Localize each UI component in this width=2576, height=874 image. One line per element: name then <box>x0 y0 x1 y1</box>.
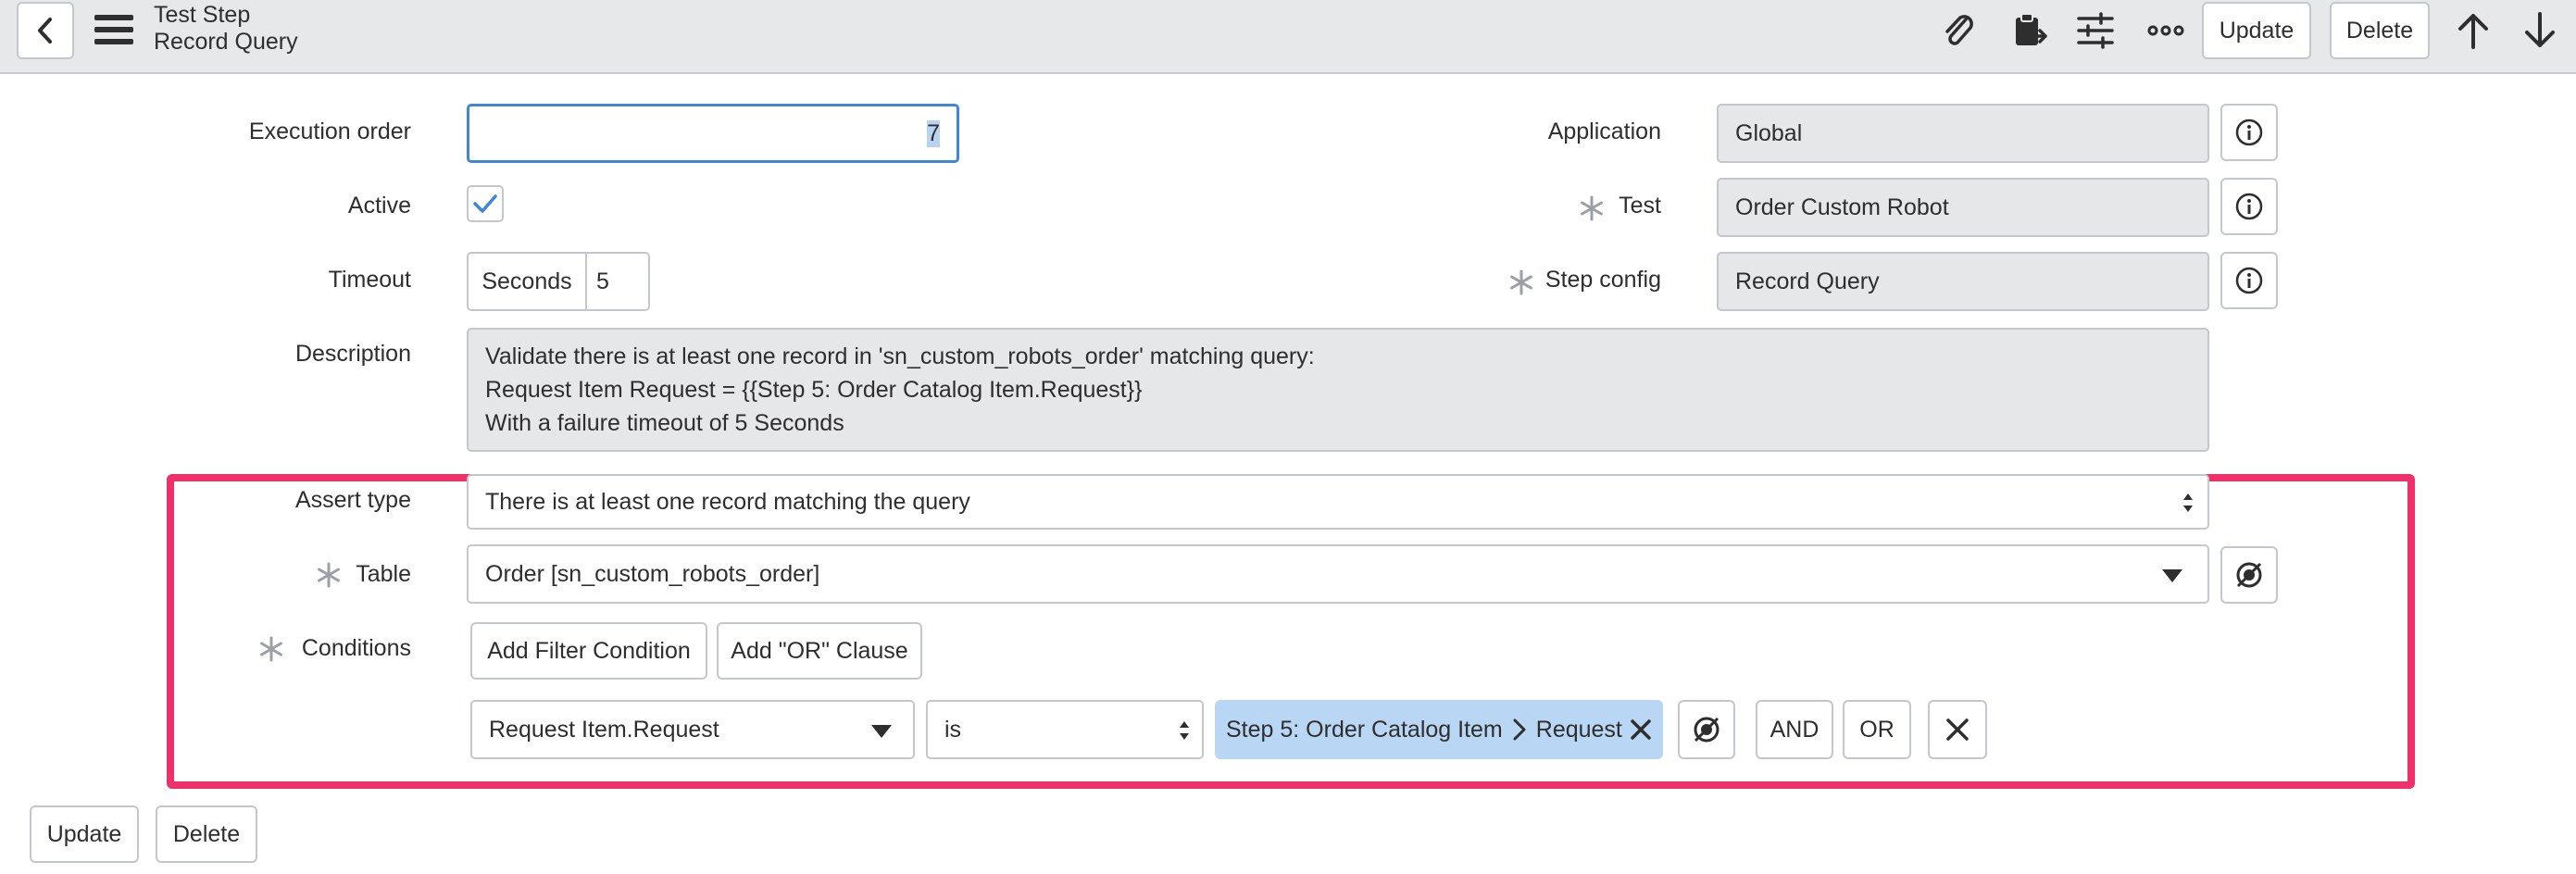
menu-icon[interactable] <box>94 15 133 44</box>
info-icon <box>2235 267 2263 294</box>
select-arrows-icon <box>1180 721 1189 740</box>
description-textarea[interactable]: Validate there is at least one record in… <box>467 328 2209 452</box>
select-arrows-icon <box>2183 493 2193 512</box>
step-config-label: Step config <box>1544 267 1661 293</box>
dropdown-arrow-icon <box>2162 569 2182 582</box>
description-line-1: Validate there is at least one record in… <box>485 343 1315 369</box>
condition-value-part2: Request <box>1535 716 1622 743</box>
execution-order-label: Execution order <box>248 119 411 144</box>
assert-type-select[interactable]: There is at least one record matching th… <box>467 474 2209 530</box>
condition-operator-value: is <box>944 716 962 743</box>
execution-order-value: 7 <box>927 119 940 147</box>
clipboard-icon[interactable] <box>2006 7 2052 54</box>
close-icon[interactable] <box>1630 718 1652 741</box>
add-or-clause-button[interactable]: Add "OR" Clause <box>717 622 922 680</box>
more-icon[interactable] <box>2143 7 2189 54</box>
assert-type-value: There is at least one record matching th… <box>485 488 970 515</box>
table-preview-button[interactable] <box>2220 546 2278 604</box>
test-field[interactable]: Order Custom Robot <box>1717 178 2209 237</box>
target-icon <box>1694 717 1719 743</box>
test-label: Test <box>1619 193 1661 218</box>
remove-condition-button[interactable] <box>1928 700 1987 759</box>
footer-delete-button[interactable]: Delete <box>156 805 257 863</box>
description-line-3: With a failure timeout of 5 Seconds <box>485 410 844 436</box>
or-button[interactable]: OR <box>1843 700 1911 759</box>
table-select[interactable]: Order [sn_custom_robots_order] <box>467 544 2209 604</box>
chevron-right-icon <box>1513 718 1526 741</box>
timeout-field: Seconds 5 <box>467 252 650 311</box>
table-label: Table <box>356 561 411 587</box>
info-icon <box>2235 193 2263 220</box>
target-icon <box>2236 562 2262 588</box>
title-line-1: Test Step <box>154 2 251 28</box>
test-info-button[interactable] <box>2220 178 2278 235</box>
step-config-info-button[interactable] <box>2220 252 2278 309</box>
close-icon <box>1946 718 1969 741</box>
checkmark-icon <box>473 194 497 213</box>
back-icon <box>38 18 52 44</box>
footer-update-button[interactable]: Update <box>30 805 139 863</box>
back-button[interactable] <box>17 2 74 59</box>
active-label: Active <box>347 193 411 218</box>
assert-type-label: Assert type <box>294 487 411 513</box>
active-checkbox[interactable] <box>467 185 504 222</box>
condition-operator-select[interactable]: is <box>926 700 1204 759</box>
settings-sliders-icon[interactable] <box>2072 7 2119 54</box>
timeout-label: Timeout <box>328 267 411 293</box>
timeout-unit[interactable]: Seconds <box>469 254 587 309</box>
table-value: Order [sn_custom_robots_order] <box>485 560 820 587</box>
condition-field-value: Request Item.Request <box>489 716 719 743</box>
dropdown-arrow-icon <box>871 725 892 738</box>
arrow-up-icon[interactable] <box>2450 7 2496 54</box>
application-field[interactable]: Global <box>1717 104 2209 163</box>
and-button[interactable]: AND <box>1756 700 1833 759</box>
condition-value-pill[interactable]: Step 5: Order Catalog Item Request <box>1215 700 1663 759</box>
paperclip-icon[interactable] <box>1935 7 1982 54</box>
application-info-button[interactable] <box>2220 104 2278 161</box>
application-label: Application <box>1547 119 1661 144</box>
conditions-label: Conditions <box>301 635 411 661</box>
page-title: Test Step Record Query <box>154 2 298 56</box>
title-line-2: Record Query <box>154 29 298 55</box>
condition-value-picker-button[interactable] <box>1678 700 1735 759</box>
description-label: Description <box>294 341 411 367</box>
timeout-input[interactable]: 5 <box>587 268 609 295</box>
description-line-2: Request Item Request = {{Step 5: Order C… <box>485 377 1143 403</box>
header-delete-button[interactable]: Delete <box>2330 2 2430 59</box>
add-filter-condition-button[interactable]: Add Filter Condition <box>470 622 707 680</box>
info-icon <box>2235 119 2263 146</box>
header-bar: Test Step Record Query Update Delete <box>0 0 2576 74</box>
execution-order-input[interactable]: 7 <box>467 104 959 163</box>
header-update-button[interactable]: Update <box>2202 2 2311 59</box>
condition-field-select[interactable]: Request Item.Request <box>470 700 915 759</box>
arrow-down-icon[interactable] <box>2517 7 2563 54</box>
condition-value-part1: Step 5: Order Catalog Item <box>1226 716 1503 743</box>
step-config-field[interactable]: Record Query <box>1717 252 2209 311</box>
